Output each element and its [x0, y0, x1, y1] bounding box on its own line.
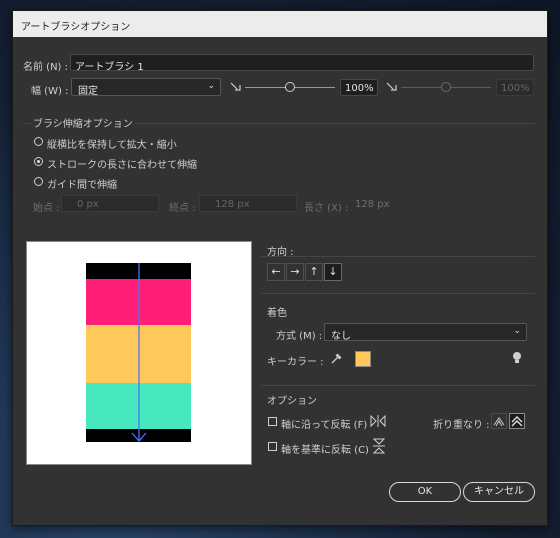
title-bar: アートブラシオプション [13, 11, 547, 37]
radio-fit-stroke-length[interactable] [34, 157, 43, 166]
overlap-label: 折り重なり : [433, 420, 490, 431]
end-input: 128 px [199, 195, 297, 212]
direction-up-button[interactable]: ↑ [305, 263, 323, 281]
chevron-down-icon: ⌄ [207, 81, 215, 91]
flip-across-checkbox[interactable] [268, 442, 277, 451]
width-mode-select[interactable]: 固定 ⌄ [71, 78, 221, 97]
ok-button[interactable]: OK [389, 482, 461, 502]
brush-width-small-icon [230, 82, 241, 91]
brush-width-variation-icon [386, 82, 397, 91]
overlap-option-2[interactable] [509, 413, 525, 429]
key-color-label: キーカラー : [267, 357, 324, 368]
cancel-button[interactable]: キャンセル [463, 482, 535, 502]
radio-stretch-between-guides-label: ガイド間で伸縮 [47, 180, 117, 191]
options-divider [261, 385, 535, 386]
direction-left-button[interactable]: ← [267, 263, 285, 281]
length-label: 長さ (X) : [304, 203, 349, 214]
eyedropper-icon[interactable] [329, 351, 343, 365]
name-label: 名前 (N) : [23, 62, 69, 73]
colorization-divider [261, 293, 535, 294]
width-variation-slider-knob [441, 82, 451, 92]
flip-along-checkbox[interactable] [268, 417, 277, 426]
overlap-fold-icon-selected [511, 416, 523, 427]
flip-along-label: 軸に沿って反転 (F) [281, 420, 368, 431]
method-value: なし [331, 331, 351, 342]
end-label: 終点 : [169, 203, 196, 214]
direction-divider [261, 256, 535, 257]
direction-right-button[interactable]: → [286, 263, 304, 281]
overlap-option-1[interactable] [491, 413, 507, 429]
start-label: 始点 : [33, 203, 60, 214]
window-title: アートブラシオプション [21, 22, 131, 33]
width-value-input[interactable]: 100% [340, 79, 378, 96]
method-label: 方式 (M) : [276, 331, 323, 342]
length-value: 128 px [355, 199, 390, 210]
options-heading: オプション [267, 396, 317, 407]
brush-preview [26, 241, 252, 465]
key-color-swatch[interactable] [355, 351, 371, 367]
colorization-heading: 着色 [267, 308, 287, 319]
flip-along-icon [370, 414, 386, 428]
radio-keep-proportions[interactable] [34, 137, 43, 146]
direction-down-button[interactable]: ↓ [324, 263, 342, 281]
radio-stretch-between-guides[interactable] [34, 177, 43, 186]
overlap-fold-icon [493, 417, 505, 427]
width-mode-value: 固定 [78, 86, 98, 97]
radio-fit-stroke-length-label: ストロークの長さに合わせて伸縮 [47, 160, 197, 171]
chevron-down-icon: ⌄ [513, 326, 521, 336]
width-slider-knob[interactable] [285, 82, 295, 92]
start-input: 0 px [61, 195, 159, 212]
start-value: 0 px [77, 199, 99, 210]
flip-across-icon [372, 438, 386, 454]
end-value: 128 px [215, 199, 250, 210]
name-input[interactable]: アートブラシ 1 [70, 54, 534, 71]
flip-across-label: 軸を基準に反転 (C) [281, 445, 369, 456]
radio-keep-proportions-label: 縦横比を保持して拡大・縮小 [47, 140, 177, 151]
width-label: 幅 (W) : [31, 86, 69, 97]
scale-options-heading: ブラシ伸縮オプション [31, 115, 135, 130]
method-select[interactable]: なし ⌄ [324, 323, 527, 342]
tips-lightbulb-icon[interactable] [512, 351, 522, 365]
preview-canvas [86, 263, 191, 442]
art-brush-options-dialog: アートブラシオプション 名前 (N) : アートブラシ 1 幅 (W) : 固定… [12, 10, 548, 526]
width-variation-input: 100% [496, 79, 534, 96]
